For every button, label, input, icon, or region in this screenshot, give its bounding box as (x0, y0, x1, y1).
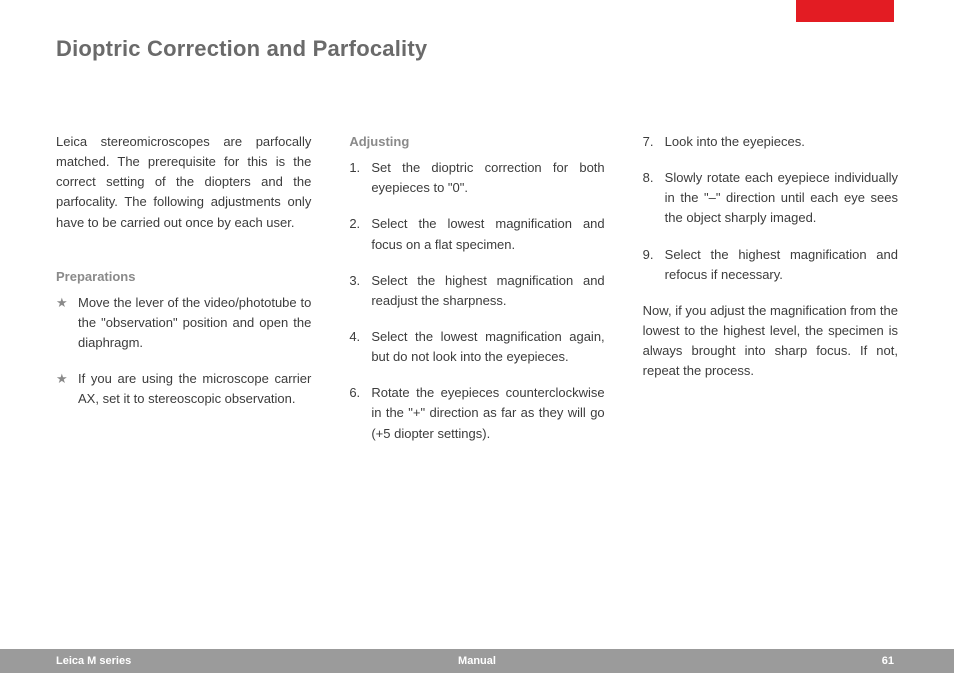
page-footer: Leica M series Manual 61 (0, 649, 954, 673)
star-icon: ★ (56, 369, 68, 389)
preparations-heading: Preparations (56, 267, 311, 287)
list-item-text: If you are using the microscope carrier … (78, 371, 311, 406)
footer-page-number: 61 (882, 655, 894, 667)
footer-center: Manual (0, 655, 954, 667)
corner-tab (796, 0, 894, 22)
list-item: 6. Rotate the eyepieces counterclockwise … (349, 383, 604, 443)
column-3: 7. Look into the eyepieces. 8. Slowly rota… (643, 132, 898, 460)
list-item-text: Look into the eyepieces. (665, 134, 805, 149)
list-item-text: Move the lever of the video/phototube to… (78, 295, 311, 350)
list-item: ★ If you are using the microscope carrie… (56, 369, 311, 409)
list-number: 8. (643, 168, 654, 188)
list-item-text: Select the lowest magnification again, b… (371, 329, 604, 364)
list-number: 7. (643, 132, 654, 152)
list-number: 3. (349, 271, 360, 291)
list-item: 4. Select the lowest magnification again,… (349, 327, 604, 367)
list-item-text: Select the lowest magnification and focu… (371, 216, 604, 251)
list-item-text: Rotate the eyepieces counterclockwise in… (371, 385, 604, 440)
adjusting-list-b: 7. Look into the eyepieces. 8. Slowly rota… (643, 132, 898, 285)
list-number: 9. (643, 245, 654, 265)
list-item: 7. Look into the eyepieces. (643, 132, 898, 152)
list-item-text: Select the highest magnification and ref… (665, 247, 898, 282)
list-number: 1. (349, 158, 360, 178)
page-title: Dioptric Correction and Parfocality (56, 36, 427, 62)
list-item-text: Set the dioptric correction for both eye… (371, 160, 604, 195)
list-item: ★ Move the lever of the video/phototube … (56, 293, 311, 353)
list-number: 2. (349, 214, 360, 234)
list-item-text: Slowly rotate each eyepiece individually… (665, 170, 898, 225)
list-item: 9. Select the highest magnification and r… (643, 245, 898, 285)
star-icon: ★ (56, 293, 68, 313)
intro-paragraph: Leica stereomicroscopes are parfocally m… (56, 132, 311, 233)
list-number: 4. (349, 327, 360, 347)
footer-left: Leica M series (56, 655, 131, 667)
list-item-text: Select the highest magnification and rea… (371, 273, 604, 308)
list-item: 1. Set the dioptric correction for both e… (349, 158, 604, 198)
list-item: 3. Select the highest magnification and r… (349, 271, 604, 311)
preparations-list: ★ Move the lever of the video/phototube … (56, 293, 311, 410)
column-2: Adjusting 1. Set the dioptric correction … (349, 132, 604, 460)
list-number: 6. (349, 383, 360, 403)
closing-paragraph: Now, if you adjust the magnification fro… (643, 301, 898, 382)
content-columns: Leica stereomicroscopes are parfocally m… (56, 132, 898, 460)
list-item: 8. Slowly rotate each eyepiece individual… (643, 168, 898, 228)
list-item: 2. Select the lowest magnification and fo… (349, 214, 604, 254)
adjusting-list-a: 1. Set the dioptric correction for both e… (349, 158, 604, 444)
adjusting-heading: Adjusting (349, 132, 604, 152)
column-1: Leica stereomicroscopes are parfocally m… (56, 132, 311, 460)
page: Dioptric Correction and Parfocality Leic… (0, 0, 954, 673)
